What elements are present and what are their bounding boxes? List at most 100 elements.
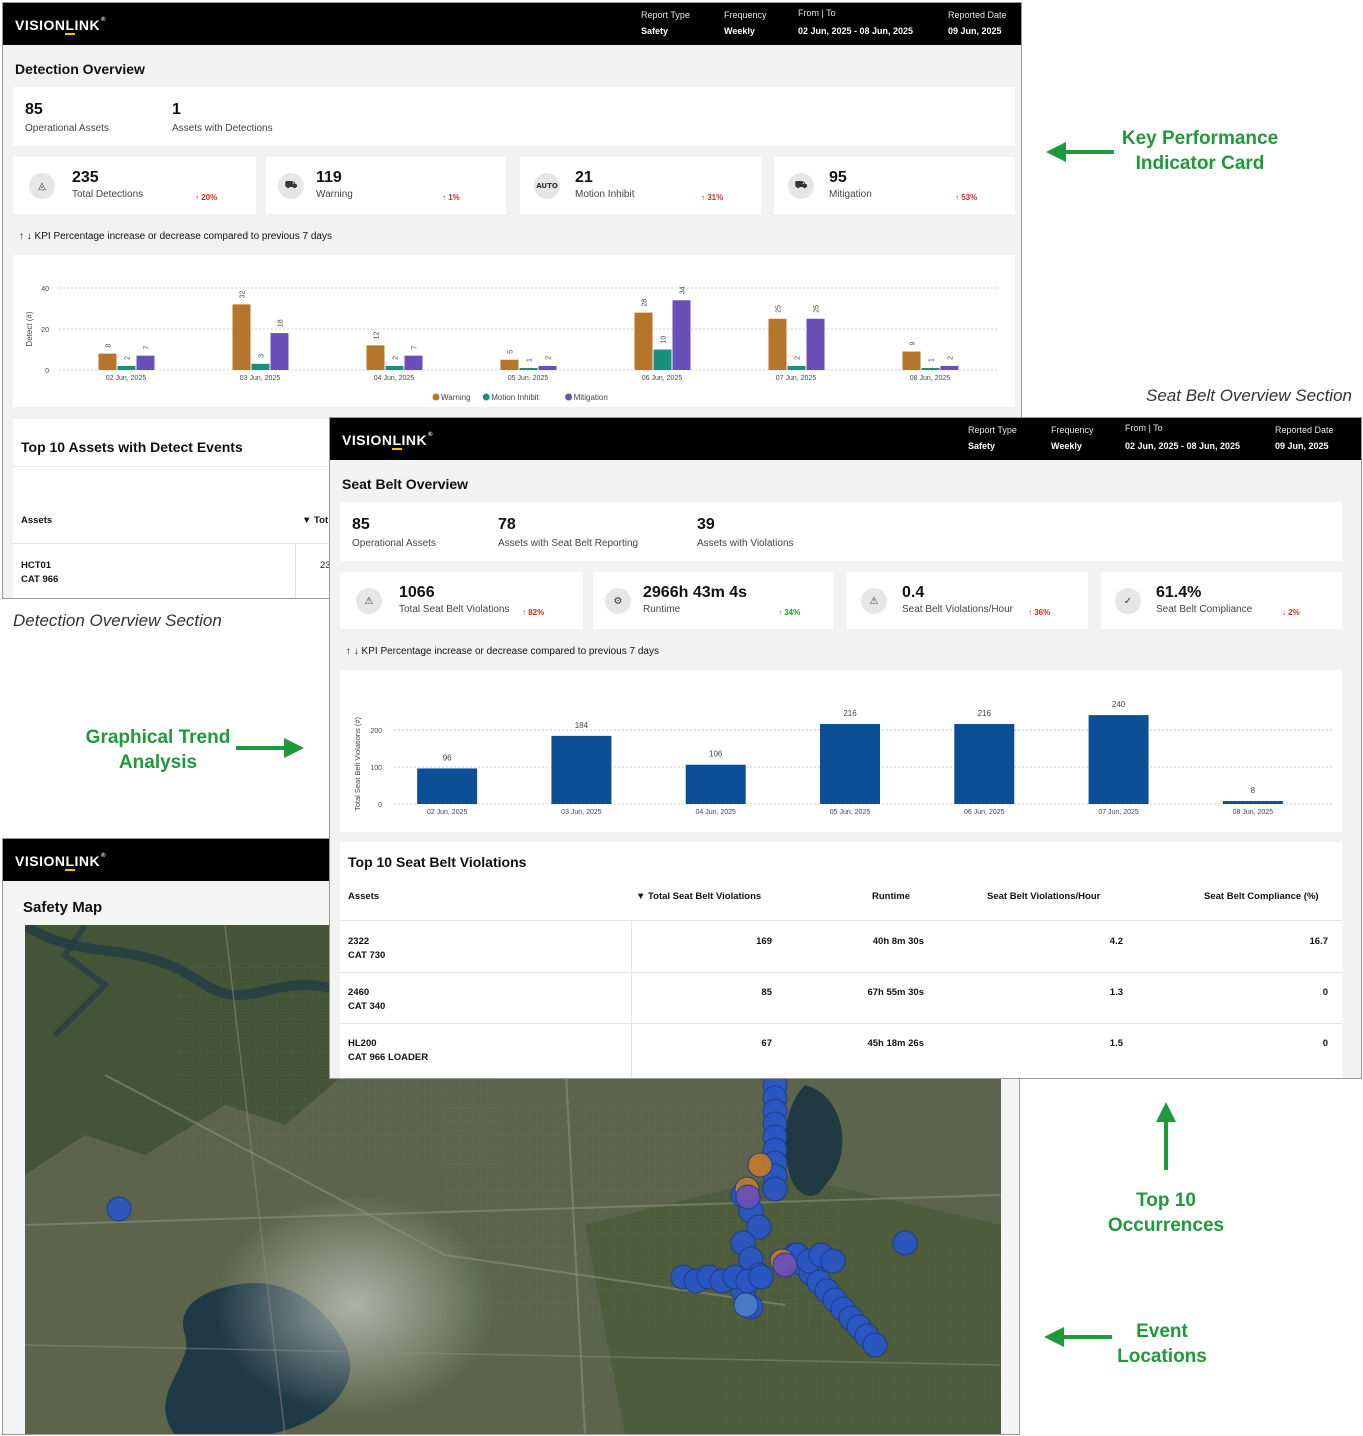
bar-mitigation	[806, 318, 825, 370]
event-marker	[762, 1176, 788, 1202]
table-row[interactable]: 2460 CAT 340 85 67h 55m 30s 1.3 0	[340, 972, 1342, 1023]
event-marker	[820, 1248, 846, 1274]
table-row[interactable]: 2322 CAT 730 169 40h 8m 30s 4.2 16.7	[340, 921, 1342, 972]
data-label: 8	[106, 344, 113, 348]
report-type: Report Type Safety	[968, 425, 1017, 451]
data-label: 2	[125, 356, 132, 360]
table-row[interactable]: HCT01 CAT 966	[21, 559, 58, 587]
kpi-card-runtime[interactable]: ⚙ 2966h 43m 4s Runtime ↑ 34%	[593, 572, 833, 629]
kpi-card-violations-per-hour[interactable]: ⚠ 0.4 Seat Belt Violations/Hour ↑ 36%	[847, 572, 1088, 629]
kpi-card-total-violations[interactable]: ⚠ 1066 Total Seat Belt Violations ↑ 82%	[340, 572, 583, 629]
x-tick-label: 05 Jun, 2025	[508, 375, 549, 382]
data-label: 240	[1112, 700, 1126, 709]
x-tick-label: 08 Jun, 2025	[910, 375, 951, 382]
y-axis-label: Total Seat Belt Violations (#)	[353, 716, 362, 811]
kpi-card-compliance[interactable]: ✓ 61.4% Seat Belt Compliance ↓ 2%	[1101, 572, 1342, 629]
x-tick-label: 06 Jun, 2025	[642, 375, 683, 382]
report-type: Report Type Safety	[641, 10, 690, 36]
event-marker	[862, 1332, 888, 1358]
bar-seat-belt-violations	[1222, 801, 1283, 804]
top-violations-title: Top 10 Seat Belt Violations	[348, 854, 527, 870]
caption-seatbelt: Seat Belt Overview Section	[1146, 386, 1352, 405]
event-marker	[733, 1292, 759, 1318]
frequency: Frequency Weekly	[724, 10, 767, 36]
x-tick-label: 04 Jun, 2025	[374, 375, 415, 382]
x-tick-label: 03 Jun, 2025	[561, 809, 602, 816]
visionlink-logo: VISIONLINK®	[342, 432, 434, 450]
seatbelt-violation-icon: ⚠	[356, 588, 382, 614]
x-tick-label: 06 Jun, 2025	[964, 809, 1005, 816]
arrow-up-icon	[1156, 1102, 1176, 1170]
bar-motion-inhibit	[653, 349, 672, 370]
seatbelt-overview-panel: VISIONLINK® Report Type Safety Frequency W…	[329, 417, 1362, 1079]
kpi-card-total-detections[interactable]: ◬ 235 Total Detections ↑ 20%	[13, 157, 256, 214]
bar-seat-belt-violations	[820, 724, 880, 804]
col-assets[interactable]: Assets	[21, 515, 52, 526]
kpi-change: ↑ 34%	[778, 608, 801, 617]
bar-warning	[902, 351, 921, 370]
col-assets[interactable]: Assets	[348, 891, 379, 902]
data-label: 2	[795, 356, 802, 360]
legend-marker	[482, 393, 490, 401]
arrow-right-icon	[236, 738, 304, 758]
kpi-change: ↓ 2%	[1282, 608, 1300, 617]
event-marker	[747, 1152, 773, 1178]
table-row[interactable]: HL200 CAT 966 LOADER 67 45h 18m 26s 1.5 0	[340, 1023, 1342, 1074]
bar-warning	[634, 312, 653, 370]
kpi-card-motion-inhibit[interactable]: AUTO 21 Motion Inhibit ↑ 31%	[520, 157, 761, 214]
col-runtime[interactable]: Runtime	[872, 891, 910, 902]
bar-motion-inhibit	[385, 365, 404, 370]
y-tick-label: 200	[370, 728, 382, 735]
kpi-card-mitigation[interactable]: ⛟ 95 Mitigation ↑ 53%	[774, 157, 1015, 214]
data-label: 96	[443, 753, 452, 762]
date-range: From | To 02 Jun, 2025 - 08 Jun, 2025	[1125, 423, 1241, 451]
bar-warning	[98, 353, 117, 370]
data-label: 216	[978, 709, 992, 718]
bar-seat-belt-violations	[685, 764, 746, 804]
x-tick-label: 07 Jun, 2025	[776, 375, 817, 382]
col-total-violations[interactable]: ▼ Total Seat Belt Violations	[636, 891, 761, 902]
frequency: Frequency Weekly	[1051, 425, 1094, 451]
x-tick-label: 05 Jun, 2025	[830, 809, 871, 816]
data-label: 28	[642, 299, 649, 307]
data-label: 184	[575, 721, 589, 730]
legend-marker	[565, 393, 573, 401]
kpi-card-warning[interactable]: ⛟ 119 Warning ↑ 1%	[266, 157, 506, 214]
data-label: 2	[546, 356, 553, 360]
col-violations-per-hour[interactable]: Seat Belt Violations/Hour	[987, 891, 1100, 902]
data-label: 2	[948, 356, 955, 360]
data-label: 18	[278, 319, 285, 327]
bar-motion-inhibit	[921, 367, 940, 370]
bar-warning	[500, 359, 519, 370]
bar-seat-belt-violations	[417, 768, 478, 804]
y-tick-label: 20	[41, 327, 49, 334]
y-tick-label: 100	[370, 765, 382, 772]
violations-per-hour-icon: ⚠	[861, 588, 887, 614]
event-marker	[748, 1264, 774, 1290]
summary-assets-with-violations: 39 Assets with Violations	[697, 516, 794, 549]
summary-operational-assets: 85 Operational Assets	[25, 101, 109, 134]
col-total[interactable]: ▼ Tot	[302, 515, 328, 526]
annotation-events: Event Locations	[1117, 1321, 1207, 1367]
event-marker	[892, 1230, 918, 1256]
kpi-change: ↑ 53%	[955, 193, 978, 202]
event-marker	[106, 1196, 132, 1222]
legend-marker	[432, 393, 440, 401]
y-tick-label: 0	[45, 368, 49, 375]
kpi-note: ↑ ↓ KPI Percentage increase or decrease …	[19, 231, 332, 242]
bar-mitigation	[940, 365, 959, 370]
bar-motion-inhibit	[787, 365, 806, 370]
data-label: 7	[144, 346, 151, 350]
data-label: 2	[393, 356, 400, 360]
mitigation-vehicle-icon: ⛟	[788, 173, 814, 199]
data-label: 25	[814, 305, 821, 313]
data-label: 7	[412, 346, 419, 350]
app-header: VISIONLINK® Report Type Safety Frequency W…	[3, 3, 1021, 45]
bar-mitigation	[270, 333, 289, 370]
top-detect-title: Top 10 Assets with Detect Events	[21, 439, 243, 455]
data-label: 216	[843, 709, 857, 718]
seatbelt-chart-card: 0 100 200 Total Seat Belt Violations (#) 96 0…	[340, 670, 1342, 832]
data-label: 1	[527, 358, 534, 362]
col-compliance[interactable]: Seat Belt Compliance (%)	[1204, 891, 1319, 902]
auto-hold-icon: AUTO	[534, 173, 560, 199]
